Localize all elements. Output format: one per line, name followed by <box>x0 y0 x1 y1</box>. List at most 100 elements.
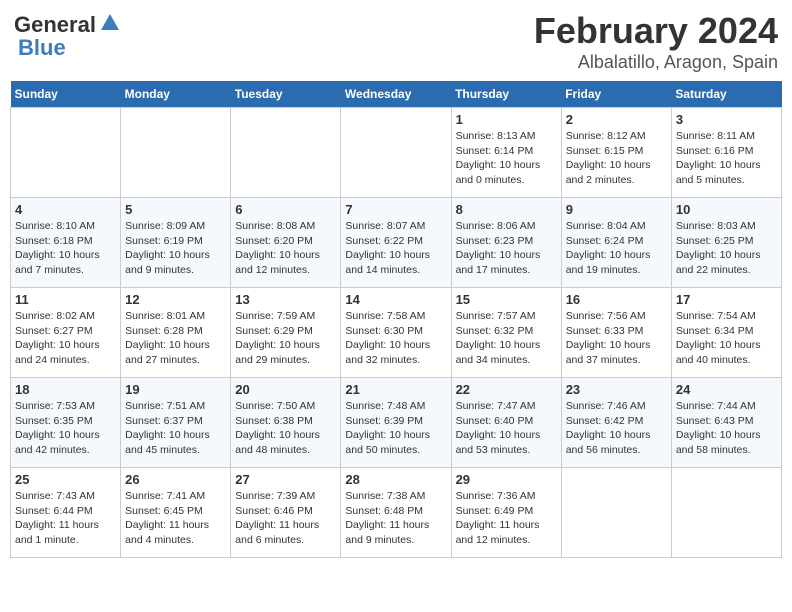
day-info: Sunrise: 8:06 AMSunset: 6:23 PMDaylight:… <box>456 219 557 278</box>
calendar-cell: 27Sunrise: 7:39 AMSunset: 6:46 PMDayligh… <box>231 468 341 558</box>
weekday-header-friday: Friday <box>561 81 671 108</box>
day-number: 27 <box>235 472 336 487</box>
day-info: Sunrise: 8:08 AMSunset: 6:20 PMDaylight:… <box>235 219 336 278</box>
calendar-cell: 18Sunrise: 7:53 AMSunset: 6:35 PMDayligh… <box>11 378 121 468</box>
weekday-header-row: SundayMondayTuesdayWednesdayThursdayFrid… <box>11 81 782 108</box>
calendar-cell: 23 Sunrise: 7:46 AMSunset: 6:42 PMDayligh… <box>561 378 671 468</box>
day-number: 9 <box>566 202 667 217</box>
day-number: 10 <box>676 202 777 217</box>
weekday-header-tuesday: Tuesday <box>231 81 341 108</box>
day-number: 12 <box>125 292 226 307</box>
day-info: Sunrise: 8:07 AMSunset: 6:22 PMDaylight:… <box>345 219 446 278</box>
day-number: 4 <box>15 202 116 217</box>
calendar-cell: 8Sunrise: 8:06 AMSunset: 6:23 PMDaylight… <box>451 198 561 288</box>
day-info: Sunrise: 8:02 AMSunset: 6:27 PMDaylight:… <box>15 309 116 368</box>
day-info: Sunrise: 7:47 AMSunset: 6:40 PMDaylight:… <box>456 399 557 458</box>
day-info: Sunrise: 8:01 AMSunset: 6:28 PMDaylight:… <box>125 309 226 368</box>
calendar-cell: 15 Sunrise: 7:57 AMSunset: 6:32 PMDayligh… <box>451 288 561 378</box>
calendar-table: SundayMondayTuesdayWednesdayThursdayFrid… <box>10 81 782 558</box>
day-info: Sunrise: 7:53 AMSunset: 6:35 PMDaylight:… <box>15 399 116 458</box>
day-info: Sunrise: 8:11 AMSunset: 6:16 PMDaylight:… <box>676 129 777 188</box>
day-number: 5 <box>125 202 226 217</box>
day-number: 14 <box>345 292 446 307</box>
day-number: 13 <box>235 292 336 307</box>
logo-text-blue: Blue <box>18 35 66 60</box>
day-number: 7 <box>345 202 446 217</box>
day-info: Sunrise: 7:58 AMSunset: 6:30 PMDaylight:… <box>345 309 446 368</box>
day-number: 29 <box>456 472 557 487</box>
calendar-cell: 20 Sunrise: 7:50 AMSunset: 6:38 PMDayligh… <box>231 378 341 468</box>
day-number: 3 <box>676 112 777 127</box>
logo-text-general: General <box>14 14 96 36</box>
calendar-cell: 25 Sunrise: 7:43 AMSunset: 6:44 PMDayligh… <box>11 468 121 558</box>
calendar-cell: 21Sunrise: 7:48 AMSunset: 6:39 PMDayligh… <box>341 378 451 468</box>
day-info: Sunrise: 7:46 AMSunset: 6:42 PMDaylight:… <box>566 399 667 458</box>
day-number: 19 <box>125 382 226 397</box>
calendar-cell: 14 Sunrise: 7:58 AMSunset: 6:30 PMDayligh… <box>341 288 451 378</box>
day-info: Sunrise: 7:48 AMSunset: 6:39 PMDaylight:… <box>345 399 446 458</box>
day-info: Sunrise: 7:44 AMSunset: 6:43 PMDaylight:… <box>676 399 777 458</box>
calendar-cell: 3 Sunrise: 8:11 AMSunset: 6:16 PMDaylight… <box>671 108 781 198</box>
calendar-week-row: 1Sunrise: 8:13 AMSunset: 6:14 PMDaylight… <box>11 108 782 198</box>
day-info: Sunrise: 8:12 AMSunset: 6:15 PMDaylight:… <box>566 129 667 188</box>
day-number: 17 <box>676 292 777 307</box>
logo: General Blue <box>14 10 121 61</box>
day-number: 11 <box>15 292 116 307</box>
page-header: General Blue February 2024 Albalatillo, … <box>10 10 782 73</box>
calendar-subtitle: Albalatillo, Aragon, Spain <box>534 52 778 73</box>
day-info: Sunrise: 8:09 AMSunset: 6:19 PMDaylight:… <box>125 219 226 278</box>
weekday-header-wednesday: Wednesday <box>341 81 451 108</box>
calendar-cell: 5 Sunrise: 8:09 AMSunset: 6:19 PMDaylight… <box>121 198 231 288</box>
calendar-cell: 1Sunrise: 8:13 AMSunset: 6:14 PMDaylight… <box>451 108 561 198</box>
day-info: Sunrise: 7:36 AMSunset: 6:49 PMDaylight:… <box>456 489 557 548</box>
day-number: 26 <box>125 472 226 487</box>
day-number: 16 <box>566 292 667 307</box>
calendar-cell: 22 Sunrise: 7:47 AMSunset: 6:40 PMDayligh… <box>451 378 561 468</box>
day-info: Sunrise: 8:10 AMSunset: 6:18 PMDaylight:… <box>15 219 116 278</box>
calendar-cell <box>11 108 121 198</box>
day-number: 20 <box>235 382 336 397</box>
day-number: 25 <box>15 472 116 487</box>
day-info: Sunrise: 7:56 AMSunset: 6:33 PMDaylight:… <box>566 309 667 368</box>
title-section: February 2024 Albalatillo, Aragon, Spain <box>534 10 778 73</box>
calendar-cell <box>121 108 231 198</box>
weekday-header-thursday: Thursday <box>451 81 561 108</box>
calendar-week-row: 4 Sunrise: 8:10 AMSunset: 6:18 PMDaylight… <box>11 198 782 288</box>
calendar-cell: 16 Sunrise: 7:56 AMSunset: 6:33 PMDayligh… <box>561 288 671 378</box>
day-number: 1 <box>456 112 557 127</box>
logo-arrow-icon <box>99 12 121 34</box>
day-number: 2 <box>566 112 667 127</box>
weekday-header-monday: Monday <box>121 81 231 108</box>
calendar-week-row: 25 Sunrise: 7:43 AMSunset: 6:44 PMDayligh… <box>11 468 782 558</box>
day-number: 22 <box>456 382 557 397</box>
calendar-week-row: 11 Sunrise: 8:02 AMSunset: 6:27 PMDayligh… <box>11 288 782 378</box>
calendar-cell: 17Sunrise: 7:54 AMSunset: 6:34 PMDayligh… <box>671 288 781 378</box>
day-info: Sunrise: 7:50 AMSunset: 6:38 PMDaylight:… <box>235 399 336 458</box>
day-number: 15 <box>456 292 557 307</box>
day-number: 24 <box>676 382 777 397</box>
calendar-cell: 2 Sunrise: 8:12 AMSunset: 6:15 PMDaylight… <box>561 108 671 198</box>
day-number: 23 <box>566 382 667 397</box>
calendar-cell: 24 Sunrise: 7:44 AMSunset: 6:43 PMDayligh… <box>671 378 781 468</box>
day-number: 28 <box>345 472 446 487</box>
day-number: 6 <box>235 202 336 217</box>
calendar-title: February 2024 <box>534 10 778 52</box>
calendar-cell: 10 Sunrise: 8:03 AMSunset: 6:25 PMDayligh… <box>671 198 781 288</box>
calendar-cell: 13Sunrise: 7:59 AMSunset: 6:29 PMDayligh… <box>231 288 341 378</box>
calendar-cell: 12 Sunrise: 8:01 AMSunset: 6:28 PMDayligh… <box>121 288 231 378</box>
calendar-cell: 29 Sunrise: 7:36 AMSunset: 6:49 PMDayligh… <box>451 468 561 558</box>
calendar-cell <box>231 108 341 198</box>
day-info: Sunrise: 7:51 AMSunset: 6:37 PMDaylight:… <box>125 399 226 458</box>
calendar-week-row: 18Sunrise: 7:53 AMSunset: 6:35 PMDayligh… <box>11 378 782 468</box>
day-info: Sunrise: 7:57 AMSunset: 6:32 PMDaylight:… <box>456 309 557 368</box>
calendar-cell: 4 Sunrise: 8:10 AMSunset: 6:18 PMDaylight… <box>11 198 121 288</box>
calendar-cell <box>671 468 781 558</box>
day-info: Sunrise: 7:43 AMSunset: 6:44 PMDaylight:… <box>15 489 116 548</box>
calendar-cell: 26 Sunrise: 7:41 AMSunset: 6:45 PMDayligh… <box>121 468 231 558</box>
weekday-header-saturday: Saturday <box>671 81 781 108</box>
day-info: Sunrise: 8:03 AMSunset: 6:25 PMDaylight:… <box>676 219 777 278</box>
day-info: Sunrise: 7:41 AMSunset: 6:45 PMDaylight:… <box>125 489 226 548</box>
calendar-cell: 7 Sunrise: 8:07 AMSunset: 6:22 PMDaylight… <box>341 198 451 288</box>
calendar-cell: 6 Sunrise: 8:08 AMSunset: 6:20 PMDaylight… <box>231 198 341 288</box>
calendar-cell: 11 Sunrise: 8:02 AMSunset: 6:27 PMDayligh… <box>11 288 121 378</box>
